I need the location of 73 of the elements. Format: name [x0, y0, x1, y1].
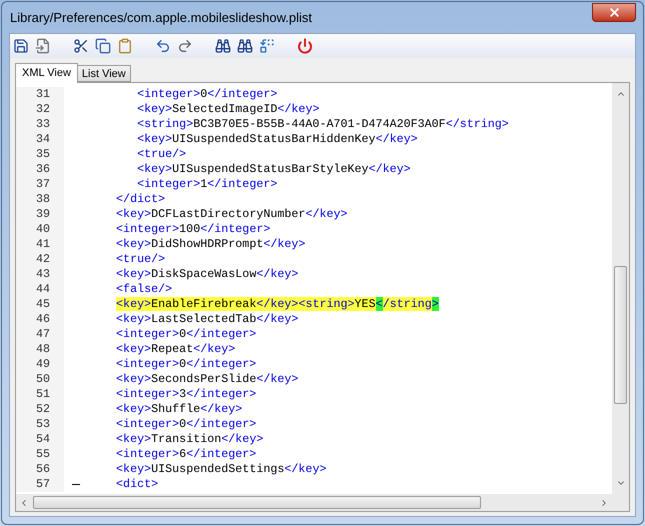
line-number: 51	[16, 387, 64, 402]
cut-icon[interactable]	[73, 38, 89, 54]
vertical-scrollbar[interactable]	[612, 83, 629, 494]
replace-icon[interactable]	[259, 38, 275, 54]
code-line: <integer>0</integer>	[115, 357, 256, 372]
save-icon[interactable]	[13, 38, 29, 54]
line-number: 50	[16, 372, 64, 387]
code-line: <key>DiskSpaceWasLow</key>	[115, 267, 298, 282]
code-line: <false/>	[115, 282, 172, 297]
window-title: Library/Preferences/com.apple.mobileslideshow.plist	[9, 8, 312, 27]
code-line: <integer>0</integer>	[115, 327, 256, 342]
scrollbar-thumb[interactable]	[614, 266, 627, 404]
code-line: <true/>	[115, 252, 166, 267]
line-number: 32	[16, 102, 64, 117]
code-line: <integer>0</integer>	[115, 417, 256, 432]
line-number: 43	[16, 267, 64, 282]
find-icon[interactable]	[215, 38, 231, 54]
line-number: 37	[16, 177, 64, 192]
code-line: <true/>	[136, 147, 186, 162]
line-number: 52	[16, 402, 64, 417]
close-icon	[608, 6, 620, 19]
code-line: <integer>3</integer>	[115, 387, 256, 402]
line-number: 56	[16, 462, 64, 477]
line-number: 55	[16, 447, 64, 462]
tab[interactable]: List View	[78, 65, 131, 82]
line-number: 47	[16, 327, 64, 342]
code-line: <key>SelectedImageID</key>	[136, 102, 320, 117]
copy-icon[interactable]	[95, 38, 111, 54]
tab[interactable]: XML View	[15, 63, 78, 83]
code-line: <key>Transition</key>	[115, 432, 264, 447]
code-line: <integer>6</integer>	[115, 447, 256, 462]
code-line: <key>LastSelectedTab</key>	[115, 312, 298, 327]
redo-icon[interactable]	[177, 38, 193, 54]
code-line: <dict>	[115, 477, 158, 492]
line-number: 40	[16, 222, 64, 237]
undo-icon[interactable]	[155, 38, 171, 54]
line-number: 31	[16, 87, 64, 102]
line-number: 46	[16, 312, 64, 327]
line-number: 39	[16, 207, 64, 222]
code-line: <string>BC3B70E5-B55B-44A0-A701-D474A20F3A0F</string>	[136, 117, 509, 132]
line-number: 34	[16, 132, 64, 147]
line-number: 44	[16, 282, 64, 297]
code-line: <key>Shuffle</key>	[115, 402, 242, 417]
paste-icon[interactable]	[117, 38, 133, 54]
find-next-icon[interactable]	[237, 38, 253, 54]
document-arrow-icon[interactable]	[35, 38, 51, 54]
line-number: 35	[16, 147, 64, 162]
line-number: 38	[16, 192, 64, 207]
power-icon[interactable]	[297, 38, 313, 54]
line-number: 42	[16, 252, 64, 267]
code-line: <key>SecondsPerSlide</key>	[115, 372, 298, 387]
line-number: 53	[16, 417, 64, 432]
line-number: 49	[16, 357, 64, 372]
code-line: <key>UISuspendedStatusBarStyleKey</key>	[136, 162, 411, 177]
horizontal-scrollbar[interactable]	[16, 494, 629, 511]
code-line: <key>Repeat</key>	[115, 342, 236, 357]
line-number: 57	[16, 477, 64, 492]
code-line: <integer>1</integer>	[136, 177, 278, 192]
code-line: <integer>0</integer>	[136, 87, 278, 102]
line-number: 41	[16, 237, 64, 252]
line-number: 33	[16, 117, 64, 132]
code-line: <key>DCFLastDirectoryNumber</key>	[115, 207, 348, 222]
line-number: 48	[16, 342, 64, 357]
scrollbar-thumb[interactable]	[33, 496, 481, 509]
code-line: <integer>100</integer>	[115, 222, 270, 237]
code-line: <key>DidShowHDRPrompt</key>	[115, 237, 306, 252]
line-number: 45	[16, 297, 64, 312]
line-number: 54	[16, 432, 64, 447]
close-button[interactable]	[592, 3, 636, 22]
line-number: 36	[16, 162, 64, 177]
code-line: </dict>	[115, 192, 166, 207]
code-line: <key>UISuspendedStatusBarHiddenKey</key>	[136, 132, 418, 147]
code-line: <key>UISuspendedSettings</key>	[115, 462, 326, 477]
